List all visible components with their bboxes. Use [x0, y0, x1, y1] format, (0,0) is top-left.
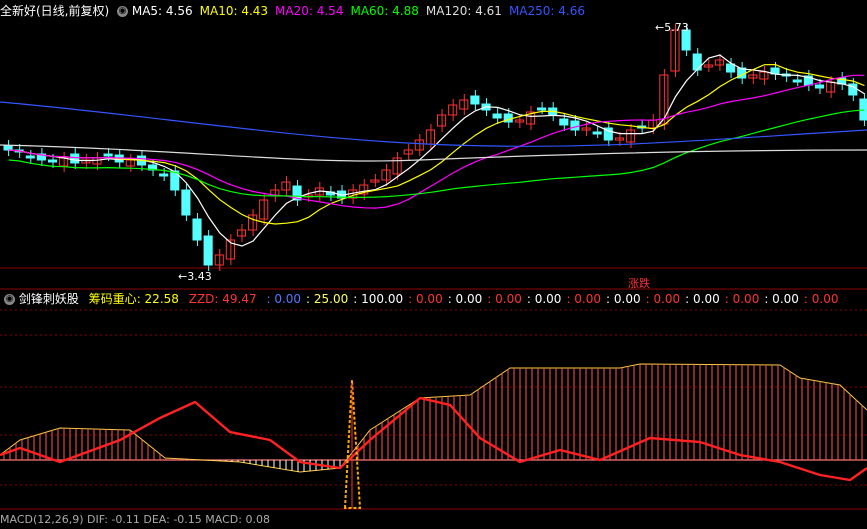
- stock-title[interactable]: 全新好(日线,前复权): [0, 4, 109, 18]
- candle-body: [492, 113, 502, 119]
- up-down-badge: 涨跌: [628, 276, 650, 290]
- price-legend: 全新好(日线,前复权) ◉ MA5: 4.56 MA10: 4.43 MA20: 4…: [0, 2, 592, 20]
- candle-body: [570, 120, 580, 131]
- candle-body: [414, 139, 424, 151]
- candle-body: [25, 155, 35, 159]
- ma-indicator-5: MA250: 4.66: [508, 4, 585, 18]
- indicator-value-13: : 0.00: [803, 292, 839, 306]
- chip-center-label: 筹码重心: [88, 292, 137, 306]
- ma20-line: [8, 74, 865, 209]
- candle-body: [814, 84, 825, 89]
- indicator-legend: ◉ 剑锋刺妖股 筹码重心: 22.58 ZZD: 49.47 : 0.00 : 2…: [0, 290, 843, 308]
- ma-indicator-2: MA20: 4.54: [275, 4, 344, 18]
- ma-indicator-1: MA10: 4.43: [199, 4, 269, 18]
- settings-icon[interactable]: ◉: [117, 6, 129, 17]
- indicator-value-1: : 25.00: [306, 292, 349, 306]
- candle-body: [759, 71, 769, 80]
- candle-body: [192, 218, 202, 241]
- indicator-value-7: : 0.00: [566, 292, 602, 306]
- indicator-value-8: : 0.00: [606, 292, 641, 306]
- indicator-value-11: : 0.00: [724, 292, 760, 306]
- indicator-value-10: : 0.00: [685, 292, 720, 306]
- indicator-value-4: : 0.00: [447, 292, 483, 306]
- candle-body: [592, 131, 602, 135]
- candle-body: [203, 235, 213, 266]
- ma-indicator-0: MA5: 4.56: [131, 4, 193, 18]
- ma-indicator-4: MA120: 4.61: [425, 4, 502, 18]
- ma60-line: [8, 109, 865, 199]
- indicator-value-0: : 0.00: [266, 292, 302, 306]
- ma-indicator-3: MA60: 4.88: [350, 4, 419, 18]
- indicator-value-9: : 0.00: [645, 292, 681, 306]
- macd-legend: MACD(12,26,9) DIF: -0.11 DEA: -0.15 MACD…: [0, 513, 270, 526]
- candle-body: [3, 145, 13, 151]
- low-price-label: ←3.43: [178, 270, 212, 283]
- indicator-value-6: : 0.00: [526, 292, 562, 306]
- ma250-line: [0, 101, 867, 147]
- indicator-value-3: : 0.00: [408, 292, 443, 306]
- indicator-title[interactable]: 剑锋刺妖股: [19, 292, 79, 306]
- candle-body: [614, 137, 624, 141]
- candle-body: [470, 95, 480, 105]
- candle-body: [692, 53, 702, 71]
- indicator-value-2: : 100.00: [353, 292, 404, 306]
- zzd-value: : 49.47: [214, 292, 257, 306]
- candle-body: [181, 189, 191, 216]
- indicator-value-5: : 0.00: [487, 292, 522, 306]
- settings-icon[interactable]: ◉: [4, 294, 15, 305]
- candle-body: [70, 153, 80, 164]
- candle-body: [103, 153, 113, 157]
- zzd-label: ZZD: [188, 292, 215, 306]
- candle-body: [792, 79, 802, 83]
- stock-chart[interactable]: ←5.73 ←3.43 涨跌: [0, 0, 867, 520]
- indicator-value-12: : 0.00: [764, 292, 799, 306]
- chip-center-value: : 22.58: [136, 292, 179, 306]
- candle-body: [47, 159, 58, 163]
- high-price-label: ←5.73: [655, 21, 689, 34]
- candle-body: [559, 118, 569, 126]
- candle-body: [159, 173, 169, 177]
- candle-body: [537, 107, 547, 111]
- candle-body: [370, 179, 380, 183]
